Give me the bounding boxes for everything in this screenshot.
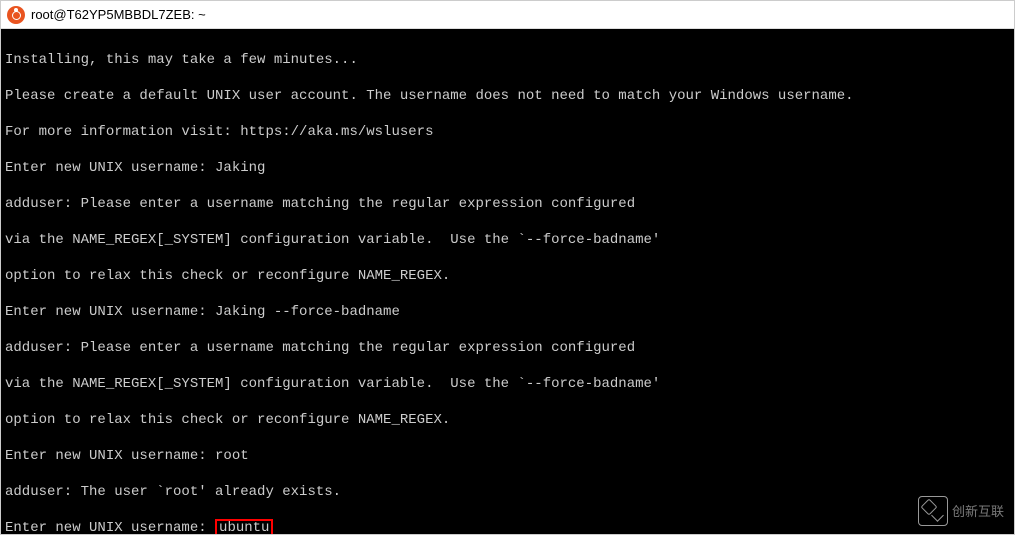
- terminal-line: Enter new UNIX username: root: [5, 447, 1012, 465]
- terminal-line: Please create a default UNIX user accoun…: [5, 87, 1012, 105]
- terminal-area[interactable]: Installing, this may take a few minutes.…: [1, 29, 1014, 534]
- window-titlebar: root@T62YP5MBBDL7ZEB: ~: [1, 1, 1014, 29]
- terminal-line: Enter new UNIX username: Jaking: [5, 159, 1012, 177]
- watermark-logo-icon: [918, 496, 948, 526]
- terminal-line: Installing, this may take a few minutes.…: [5, 51, 1012, 69]
- window-title: root@T62YP5MBBDL7ZEB: ~: [31, 7, 206, 22]
- terminal-line: option to relax this check or reconfigur…: [5, 267, 1012, 285]
- terminal-line: For more information visit: https://aka.…: [5, 123, 1012, 141]
- terminal-line-highlight: Enter new UNIX username: ubuntu: [5, 519, 1012, 534]
- highlighted-input-username: ubuntu: [215, 519, 273, 534]
- ubuntu-icon: [7, 6, 25, 24]
- terminal-line: adduser: The user `root' already exists.: [5, 483, 1012, 501]
- terminal-line: adduser: Please enter a username matchin…: [5, 195, 1012, 213]
- prompt-text: Enter new UNIX username:: [5, 520, 215, 534]
- terminal-line: adduser: Please enter a username matchin…: [5, 339, 1012, 357]
- terminal-line: option to relax this check or reconfigur…: [5, 411, 1012, 429]
- watermark-text: 创新互联: [952, 505, 1004, 518]
- terminal-line: via the NAME_REGEX[_SYSTEM] configuratio…: [5, 231, 1012, 249]
- watermark: 创新互联: [918, 496, 1004, 526]
- terminal-line: via the NAME_REGEX[_SYSTEM] configuratio…: [5, 375, 1012, 393]
- terminal-line: Enter new UNIX username: Jaking --force-…: [5, 303, 1012, 321]
